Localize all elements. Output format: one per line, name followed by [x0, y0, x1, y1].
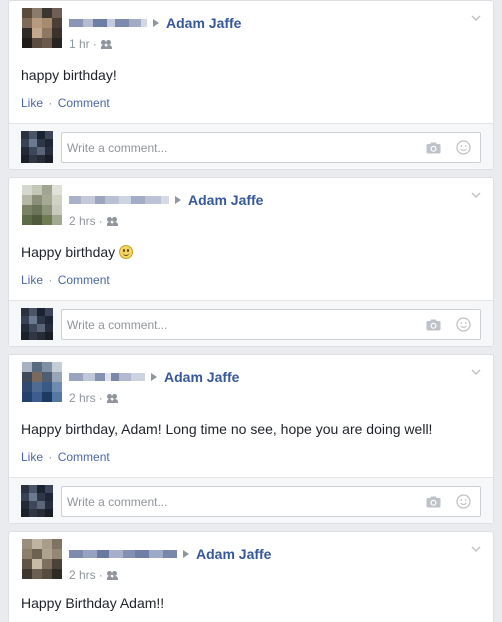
author-name-pixelated[interactable]: [69, 373, 145, 381]
post-text: Happy birthday, Adam! Long time no see, …: [21, 421, 433, 437]
post-4: Adam Jaffe 2 hrs · Happy Birthday Adam!!: [8, 531, 494, 622]
target-name[interactable]: Adam Jaffe: [164, 369, 239, 385]
comment-composer: [9, 477, 493, 523]
author-line: Adam Jaffe: [69, 544, 271, 564]
post-header: Adam Jaffe 2 hrs ·: [9, 355, 493, 413]
post-3: Adam Jaffe 2 hrs · Happy birthday, Adam!…: [8, 354, 494, 524]
timestamp[interactable]: 2 hrs: [69, 568, 96, 582]
chevron-down-icon[interactable]: [471, 190, 481, 200]
friends-audience-icon[interactable]: [106, 216, 120, 226]
like-link[interactable]: Like: [21, 273, 43, 287]
friends-audience-icon[interactable]: [100, 39, 114, 49]
arrow-right-icon: [153, 19, 159, 27]
camera-icon[interactable]: [426, 319, 441, 331]
post-meta: 2 hrs ·: [69, 391, 120, 405]
post-meta: 2 hrs ·: [69, 568, 120, 582]
camera-icon[interactable]: [426, 496, 441, 508]
friends-audience-icon[interactable]: [106, 570, 120, 580]
smiley-emoji-icon: [119, 245, 134, 259]
author-avatar[interactable]: [22, 539, 62, 579]
author-avatar[interactable]: [22, 185, 62, 225]
target-name[interactable]: Adam Jaffe: [166, 15, 241, 31]
comment-input[interactable]: [61, 486, 481, 517]
comment-composer: [9, 123, 493, 169]
author-line: Adam Jaffe: [69, 367, 239, 387]
author-name-pixelated[interactable]: [69, 196, 169, 204]
emoji-icon[interactable]: [456, 494, 471, 509]
friends-audience-icon[interactable]: [106, 393, 120, 403]
post-actions: Like · Comment: [21, 450, 110, 464]
author-line: Adam Jaffe: [69, 13, 241, 33]
target-name[interactable]: Adam Jaffe: [188, 192, 263, 208]
arrow-right-icon: [175, 196, 181, 204]
viewer-avatar: [21, 485, 53, 517]
post-text: Happy Birthday Adam!!: [21, 595, 165, 611]
arrow-right-icon: [151, 373, 157, 381]
post-header: Adam Jaffe 2 hrs ·: [9, 532, 493, 590]
post-actions: Like · Comment: [21, 96, 110, 110]
comment-link[interactable]: Comment: [58, 450, 110, 464]
post-header: Adam Jaffe 2 hrs ·: [9, 178, 493, 236]
post-header: Adam Jaffe 1 hr ·: [9, 1, 493, 59]
post-meta: 1 hr ·: [69, 37, 114, 51]
post-meta: 2 hrs ·: [69, 214, 120, 228]
comment-composer: [9, 300, 493, 346]
author-line: Adam Jaffe: [69, 190, 263, 210]
post-2: Adam Jaffe 2 hrs · Happy birthday Like ·…: [8, 177, 494, 347]
chevron-down-icon[interactable]: [471, 367, 481, 377]
target-name[interactable]: Adam Jaffe: [196, 546, 271, 562]
author-name-pixelated[interactable]: [69, 19, 147, 27]
chevron-down-icon[interactable]: [471, 544, 481, 554]
author-avatar[interactable]: [22, 8, 62, 48]
camera-icon[interactable]: [426, 142, 441, 154]
chevron-down-icon[interactable]: [471, 13, 481, 23]
emoji-icon[interactable]: [456, 140, 471, 155]
timestamp[interactable]: 2 hrs: [69, 391, 96, 405]
post-actions: Like · Comment: [21, 273, 110, 287]
viewer-avatar: [21, 131, 53, 163]
like-link[interactable]: Like: [21, 96, 43, 110]
arrow-right-icon: [183, 550, 189, 558]
comment-input[interactable]: [61, 309, 481, 340]
like-link[interactable]: Like: [21, 450, 43, 464]
emoji-icon[interactable]: [456, 317, 471, 332]
comment-link[interactable]: Comment: [58, 96, 110, 110]
author-avatar[interactable]: [22, 362, 62, 402]
author-name-pixelated[interactable]: [69, 550, 177, 558]
post-text: Happy birthday: [21, 244, 134, 260]
timestamp[interactable]: 1 hr: [69, 37, 90, 51]
comment-link[interactable]: Comment: [58, 273, 110, 287]
comment-input[interactable]: [61, 132, 481, 163]
post-1: Adam Jaffe 1 hr · happy birthday! Like ·…: [8, 0, 494, 170]
viewer-avatar: [21, 308, 53, 340]
timestamp[interactable]: 2 hrs: [69, 214, 96, 228]
post-text: happy birthday!: [21, 67, 117, 83]
